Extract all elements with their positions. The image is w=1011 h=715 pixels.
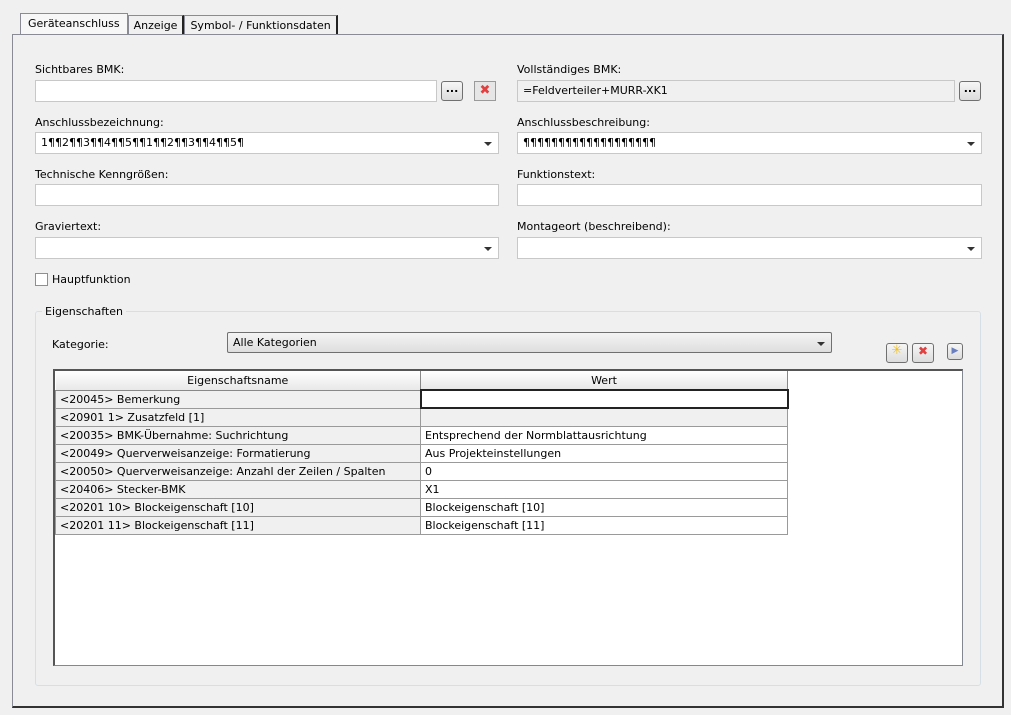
sichtbares-bmk-input[interactable] — [35, 80, 437, 102]
anschlussbeschreibung-combo[interactable]: ¶¶¶¶¶¶¶¶¶¶¶¶¶¶¶¶¶¶¶ — [517, 132, 982, 154]
funktionstext-input[interactable] — [517, 184, 982, 206]
column-header-eigenschaftsname[interactable]: Eigenschaftsname — [55, 371, 421, 391]
property-name: <20050> Querverweisanzeige: Anzahl der Z… — [55, 461, 421, 481]
tab-bar: Geräteanschluss Anzeige Symbol- / Funkti… — [20, 13, 338, 37]
vollstaendiges-bmk-input[interactable]: =Feldverteiler+MURR-XK1 — [517, 80, 955, 102]
kategorie-label: Kategorie: — [52, 338, 109, 351]
property-name: <20406> Stecker-BMK — [55, 479, 421, 499]
table-row[interactable]: <20201 11> Blockeigenschaft [11] Blockeig… — [55, 515, 788, 535]
property-name: <20201 11> Blockeigenschaft [11] — [55, 515, 421, 535]
property-value[interactable] — [419, 389, 789, 409]
anschlussbezeichnung-combo[interactable]: 1¶¶2¶¶3¶¶4¶¶5¶¶1¶¶2¶¶3¶¶4¶¶5¶ — [35, 132, 499, 154]
graviertext-label: Graviertext: — [35, 220, 102, 233]
properties-grid: Eigenschaftsname Wert <20045> Bemerkung <… — [53, 369, 963, 666]
property-name: <20035> BMK-Übernahme: Suchrichtung — [55, 425, 421, 445]
property-name: <20201 10> Blockeigenschaft [10] — [55, 497, 421, 517]
hauptfunktion-label[interactable]: Hauptfunktion — [52, 273, 131, 286]
table-row[interactable]: <20045> Bemerkung — [55, 389, 789, 409]
montageort-combo[interactable] — [517, 237, 982, 259]
montageort-label: Montageort (beschreibend): — [517, 220, 671, 233]
property-value[interactable]: 0 — [420, 461, 788, 481]
tab-symbol-funktionsdaten[interactable]: Symbol- / Funktionsdaten — [184, 15, 338, 36]
property-value[interactable] — [420, 407, 788, 427]
play-icon[interactable]: ▶ — [947, 343, 963, 360]
funktionstext-label: Funktionstext: — [517, 168, 596, 181]
property-name: <20901 1> Zusatzfeld [1] — [55, 407, 421, 427]
property-name: <20049> Querverweisanzeige: Formatierung — [55, 443, 421, 463]
property-value[interactable]: Blockeigenschaft [11] — [420, 515, 788, 535]
table-row[interactable]: <20035> BMK-Übernahme: Suchrichtung Entsp… — [55, 425, 788, 445]
table-row[interactable]: <20201 10> Blockeigenschaft [10] Blockeig… — [55, 497, 788, 517]
hauptfunktion-checkbox[interactable] — [35, 273, 48, 286]
sichtbares-bmk-label: Sichtbares BMK: — [35, 63, 125, 76]
anschlussbezeichnung-label: Anschlussbezeichnung: — [35, 116, 164, 129]
new-property-icon[interactable]: ✳ — [886, 343, 908, 363]
tab-anzeige[interactable]: Anzeige — [127, 15, 185, 36]
kategorie-select[interactable]: Alle Kategorien — [227, 332, 832, 353]
graviertext-combo[interactable] — [35, 237, 499, 259]
delete-icon[interactable]: ✖ — [474, 81, 496, 101]
property-value[interactable]: Aus Projekteinstellungen — [420, 443, 788, 463]
table-row[interactable]: <20050> Querverweisanzeige: Anzahl der Z… — [55, 461, 788, 481]
delete-property-icon[interactable]: ✖ — [912, 343, 934, 363]
technische-kenngroessen-input[interactable] — [35, 184, 499, 206]
sichtbares-bmk-browse-button[interactable]: ... — [441, 81, 463, 101]
eigenschaften-title: Eigenschaften — [42, 305, 126, 318]
column-header-wert[interactable]: Wert — [420, 371, 788, 391]
property-value[interactable]: X1 — [420, 479, 788, 499]
anschlussbeschreibung-label: Anschlussbeschreibung: — [517, 116, 650, 129]
vollstaendiges-bmk-browse-button[interactable]: ... — [959, 81, 981, 101]
property-value[interactable]: Entsprechend der Normblattausrichtung — [420, 425, 788, 445]
vollstaendiges-bmk-label: Vollständiges BMK: — [517, 63, 622, 76]
property-value[interactable]: Blockeigenschaft [10] — [420, 497, 788, 517]
table-row[interactable]: <20049> Querverweisanzeige: Formatierung… — [55, 443, 788, 463]
table-row[interactable]: <20901 1> Zusatzfeld [1] — [55, 407, 788, 427]
property-name: <20045> Bemerkung — [55, 389, 421, 409]
technische-kenngroessen-label: Technische Kenngrößen: — [35, 168, 169, 181]
table-row[interactable]: <20406> Stecker-BMK X1 — [55, 479, 788, 499]
